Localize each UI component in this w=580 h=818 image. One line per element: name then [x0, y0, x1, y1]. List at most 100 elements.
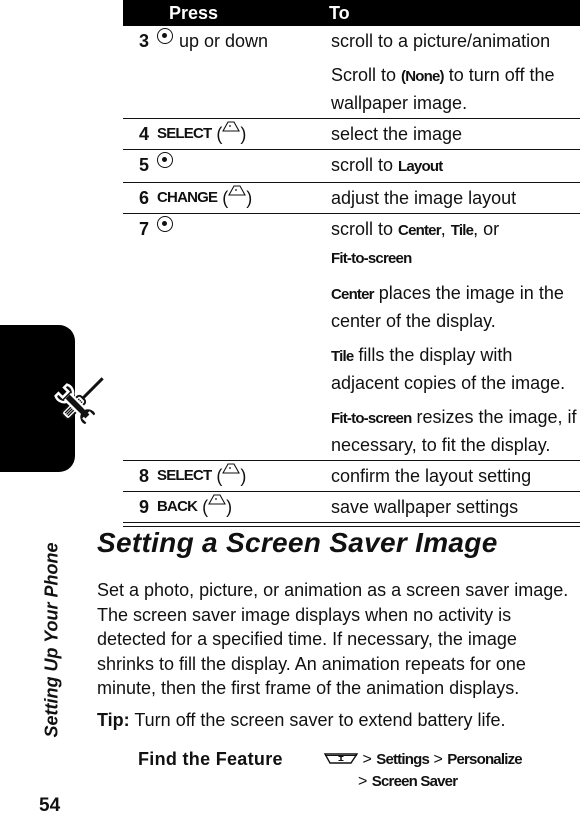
path-item: Personalize — [447, 751, 522, 768]
to-paragraph: Tile fills the display with adjacent cop… — [331, 342, 580, 396]
press-cell: BACK () — [155, 492, 331, 522]
keyword: Fit-to-screen — [331, 250, 412, 267]
to-paragraph: scroll to a picture/animation — [331, 28, 580, 54]
to-cell: select the image — [331, 119, 580, 149]
softkey-label: SELECT — [157, 125, 212, 142]
step-number: 6 — [139, 188, 150, 208]
to-cell: save wallpaper settings — [331, 492, 580, 522]
paren: ( — [211, 466, 223, 486]
paren: ( — [211, 124, 223, 144]
step-number: 3 — [139, 31, 150, 51]
to-paragraph: confirm the layout setting — [331, 463, 580, 489]
table-row: 8 SELECT () confirm the layout setting — [123, 461, 580, 492]
table-row: 5 scroll to Layout — [123, 150, 580, 183]
paren: ( — [197, 497, 209, 517]
keyword: Layout — [398, 158, 443, 175]
table-header: Press To — [123, 0, 580, 26]
nav-key-icon — [157, 28, 173, 44]
paren: ) — [240, 466, 247, 486]
press-text: up or down — [179, 31, 269, 51]
page-number: 54 — [39, 795, 61, 816]
press-cell: CHANGE () — [155, 183, 331, 213]
to-cell: adjust the image layout — [331, 183, 580, 213]
text: , or — [473, 219, 500, 239]
table-row: 6 CHANGE () adjust the image layout — [123, 183, 580, 214]
tip-text: Turn off the screen saver to extend batt… — [129, 710, 506, 730]
softkey-icon — [222, 121, 241, 132]
text: save wallpaper settings — [331, 497, 519, 517]
step-number: 5 — [139, 155, 150, 175]
softkey-icon — [222, 463, 241, 474]
header-to: To — [329, 2, 350, 23]
press-cell — [155, 150, 331, 182]
paren: ) — [240, 124, 247, 144]
to-paragraph: scroll to Layout — [331, 152, 580, 180]
to-paragraph: Center places the image in the center of… — [331, 280, 580, 334]
text: , — [440, 219, 451, 239]
paren: ( — [217, 188, 229, 208]
path-separator: > — [358, 751, 377, 768]
text: select the image — [331, 124, 463, 144]
section-heading: Setting a Screen Saver Image — [97, 527, 498, 558]
to-cell: scroll to Layout — [331, 150, 580, 182]
nav-key-icon — [157, 152, 173, 168]
step-number: 8 — [139, 466, 150, 486]
keyword: (None) — [401, 68, 444, 85]
press-cell — [155, 214, 331, 460]
nav-key-icon — [157, 216, 173, 232]
to-paragraph: Scroll to (None) to turn off the wallpap… — [331, 62, 580, 116]
text: Scroll to — [331, 65, 402, 85]
table-row: 9 BACK () save wallpaper settings — [123, 492, 580, 523]
text: scroll to — [331, 155, 399, 175]
step-number: 4 — [139, 124, 150, 144]
chapter-title: Setting Up Your Phone — [41, 542, 62, 738]
table-row: 7 scroll to Center, Tile, or Fit-to-scree… — [123, 214, 580, 461]
steps-table: Press To 3 up or down scroll to a picture/… — [123, 0, 580, 527]
path-line: > Screen Saver — [324, 771, 522, 793]
press-cell: up or down — [155, 26, 331, 118]
tip: Tip: Turn off the screen saver to extend… — [97, 710, 506, 731]
softkey-label: SELECT — [157, 467, 212, 484]
table-row: 4 SELECT () select the image — [123, 119, 580, 150]
path-item: Settings — [376, 751, 430, 768]
keyword: Center — [398, 222, 442, 239]
to-paragraph: scroll to Center, Tile, or Fit-to-screen — [331, 216, 580, 272]
to-cell: scroll to a picture/animation Scroll to (… — [331, 26, 580, 118]
to-cell: scroll to Center, Tile, or Fit-to-screen… — [331, 214, 580, 460]
press-cell: SELECT () — [155, 461, 331, 491]
text: adjust the image layout — [331, 188, 517, 208]
keyword: Tile — [450, 222, 474, 239]
keyword: Fit-to-screen — [331, 410, 412, 427]
table-row: 3 up or down scroll to a picture/animation… — [123, 26, 580, 119]
text: confirm the layout setting — [331, 466, 532, 486]
text: fills the display with adjacent copies o… — [331, 345, 566, 393]
text: scroll to — [331, 219, 399, 239]
header-press: Press — [169, 2, 219, 23]
softkey-icon — [208, 494, 227, 505]
to-paragraph: save wallpaper settings — [331, 494, 580, 520]
softkey-label: BACK — [157, 498, 198, 515]
keyword: Center — [331, 286, 375, 303]
to-cell: confirm the layout setting — [331, 461, 580, 491]
text: scroll to a picture/animation — [331, 31, 551, 51]
tip-label: Tip: — [97, 710, 130, 730]
path-item: Screen Saver — [371, 773, 458, 790]
paren: ) — [246, 188, 253, 208]
to-paragraph: adjust the image layout — [331, 185, 580, 211]
tools-icon — [54, 376, 105, 428]
find-feature-path: > Settings > Personalize > Screen Saver — [324, 749, 523, 793]
section-body: Set a photo, picture, or animation as a … — [97, 580, 569, 698]
path-separator: > — [358, 773, 372, 790]
press-cell: SELECT () — [155, 119, 331, 149]
step-number: 7 — [139, 219, 150, 239]
to-paragraph: Fit-to-screen resizes the image, if nece… — [331, 404, 580, 458]
path-separator: > — [429, 751, 448, 768]
softkey-icon — [228, 185, 247, 196]
paren: ) — [226, 497, 233, 517]
keyword: Tile — [331, 348, 354, 365]
menu-key-icon — [324, 753, 358, 764]
path-line: > Settings > Personalize — [324, 749, 523, 771]
step-number: 9 — [139, 497, 150, 517]
to-paragraph: select the image — [331, 121, 580, 147]
softkey-label: CHANGE — [157, 189, 218, 206]
